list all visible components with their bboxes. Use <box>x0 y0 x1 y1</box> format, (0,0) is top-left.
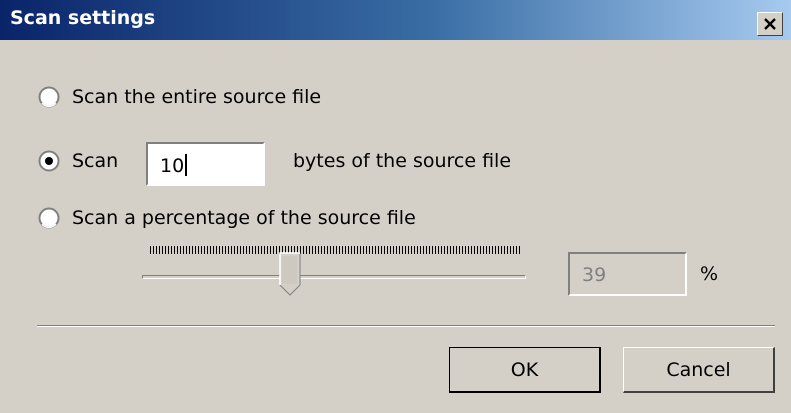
percentage-slider[interactable] <box>142 275 526 279</box>
option-scan-bytes-label: Scan <box>72 150 119 172</box>
percent-unit-label: % <box>700 263 719 285</box>
option-scan-percentage-label: Scan a percentage of the source file <box>72 207 416 229</box>
radio-scan-bytes[interactable] <box>38 150 60 172</box>
scan-settings-dialog: Scan settings Scan the entire source fil… <box>0 0 791 413</box>
slider-ticks <box>150 246 520 254</box>
radio-entire-file[interactable] <box>38 86 60 108</box>
percentage-input: 39 <box>568 252 687 296</box>
ok-button[interactable]: OK <box>449 347 601 393</box>
option-scan-bytes[interactable]: Scan <box>38 150 118 172</box>
radio-scan-percentage[interactable] <box>38 207 60 229</box>
close-icon <box>764 18 776 30</box>
title-bar[interactable]: Scan settings <box>0 0 791 40</box>
bytes-input[interactable]: 10 <box>146 142 265 186</box>
bytes-input-value: 10 <box>160 155 185 177</box>
bytes-suffix-label: bytes of the source file <box>293 150 512 172</box>
option-scan-percentage[interactable]: Scan a percentage of the source file <box>38 207 416 229</box>
dialog-title: Scan settings <box>10 7 156 29</box>
slider-thumb[interactable] <box>279 252 301 296</box>
percentage-value: 39 <box>582 264 607 286</box>
separator <box>37 325 775 327</box>
option-entire-file-label: Scan the entire source file <box>72 86 322 108</box>
text-caret <box>185 154 188 176</box>
option-entire-file[interactable]: Scan the entire source file <box>38 86 321 108</box>
close-button[interactable] <box>757 12 783 36</box>
cancel-button[interactable]: Cancel <box>623 347 775 393</box>
